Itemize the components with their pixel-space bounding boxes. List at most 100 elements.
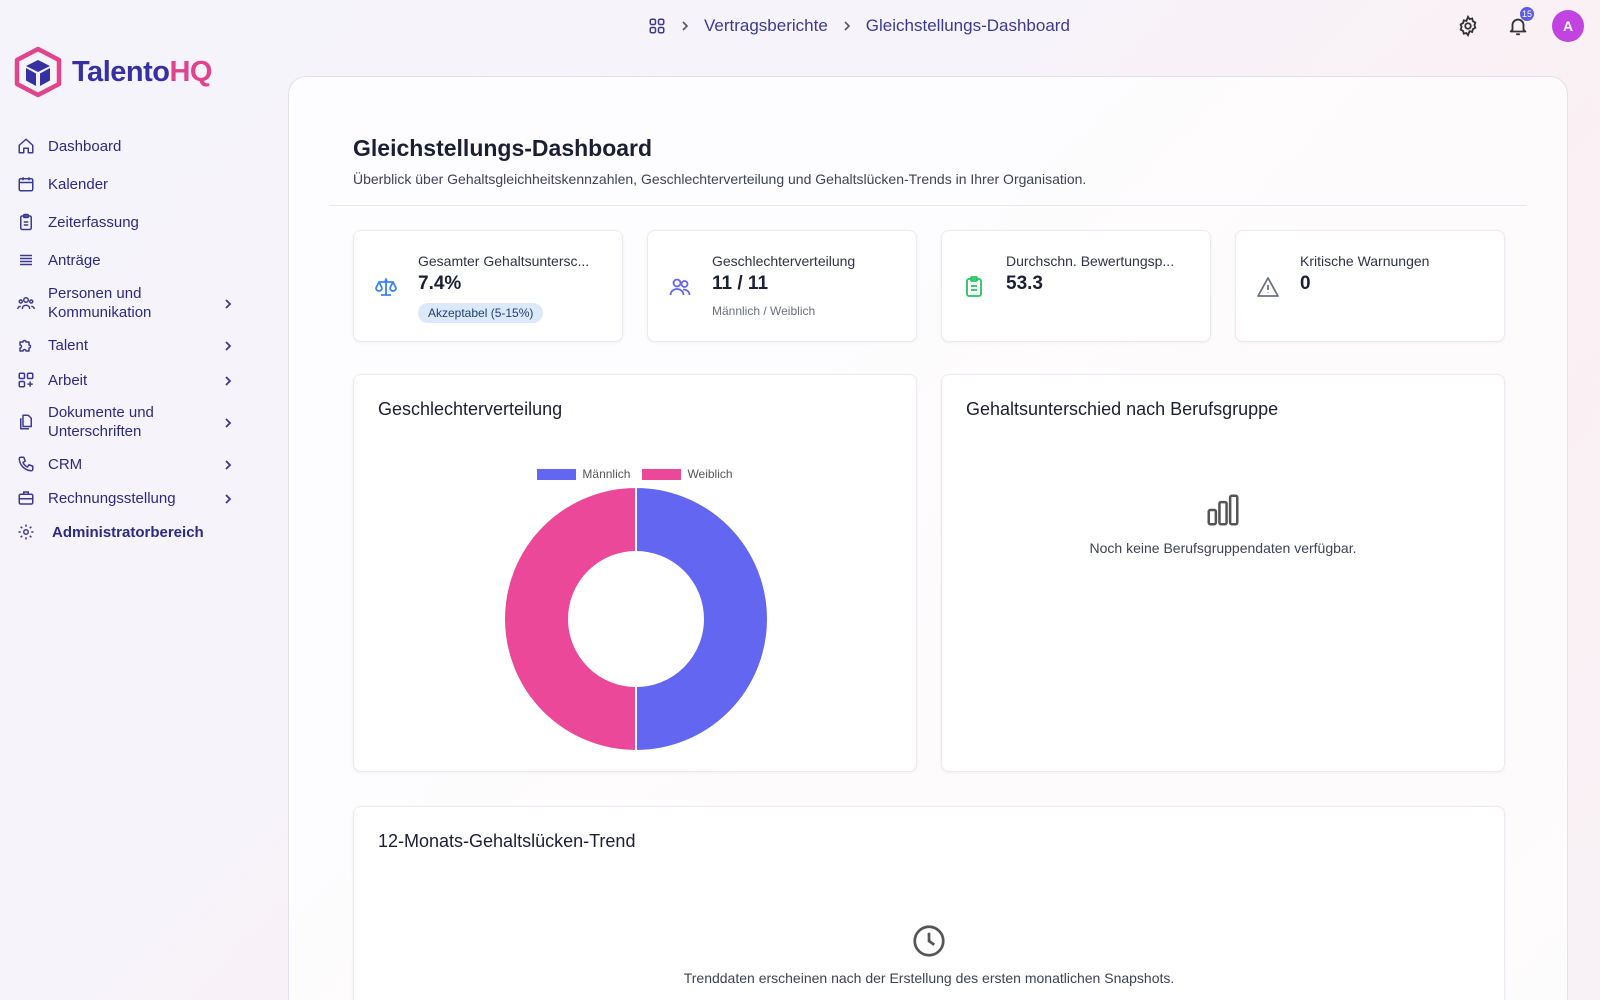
job-group-card: Gehaltsunterschied nach Berufsgruppe Noc… [941, 374, 1505, 772]
chevron-right-icon [222, 492, 234, 504]
chart-legend: Männlich Weiblich [354, 467, 916, 481]
home-icon [16, 136, 36, 156]
users-icon [16, 293, 36, 313]
legend-label: Männlich [582, 467, 631, 481]
stat-value: 53.3 [1006, 273, 1043, 294]
legend-swatch-male [537, 468, 577, 480]
sidebar-item-talent[interactable]: Talent [16, 327, 248, 363]
legend-label: Weiblich [687, 467, 733, 481]
sidebar-item-crm[interactable]: CRM [16, 447, 248, 481]
stat-card-pay-gap: Gesamter Gehaltsuntersc... 7.4% Akzeptab… [353, 230, 623, 342]
sidebar-item-administratorbereich[interactable]: Administratorbereich [16, 515, 248, 549]
sidebar-item-label: Arbeit [48, 371, 88, 389]
chevron-right-icon [222, 416, 234, 428]
stat-label: Durchschn. Bewertungsp... [1006, 253, 1175, 269]
gear-icon [1459, 15, 1477, 37]
sidebar-item-label: Administratorbereich [52, 523, 204, 541]
legend-swatch-female [642, 468, 682, 480]
empty-state-text: Trenddaten erscheinen nach der Erstellun… [683, 970, 1175, 986]
notifications-button[interactable]: 15 [1502, 7, 1534, 42]
notification-badge: 15 [1519, 7, 1534, 21]
warning-icon [1256, 275, 1280, 299]
logo[interactable]: TalentoHQ [14, 46, 212, 98]
stat-value: 11 / 11 [712, 273, 769, 294]
stat-value: 7.4% [418, 273, 462, 294]
sidebar-item-label: Dashboard [48, 137, 122, 155]
sidebar: TalentoHQ Dashboard Kalender Zeiterfassu… [0, 0, 260, 1000]
sidebar-item-personen[interactable]: Personen und Kommunikation [16, 279, 248, 327]
documents-icon [16, 412, 36, 432]
sidebar-item-label: Rechnungsstellung [48, 489, 176, 507]
sidebar-item-label: Zeiterfassung [48, 213, 139, 231]
divider [329, 205, 1527, 206]
puzzle-icon [16, 335, 36, 355]
chevron-right-icon [680, 20, 690, 32]
sidebar-item-label: Talent [48, 336, 89, 354]
bar-chart-icon [1207, 494, 1239, 526]
users-icon [668, 275, 692, 299]
gender-chart-card: Geschlechterverteilung Männlich Weiblich [353, 374, 917, 772]
settings-button[interactable] [1452, 10, 1484, 42]
card-title: Geschlechterverteilung [378, 399, 563, 419]
page-subtitle: Überblick über Gehaltsgleichheitskennzah… [353, 171, 1087, 187]
topbar: Vertragsberichte Gleichstellungs-Dashboa… [0, 0, 1600, 52]
calendar-icon [16, 174, 36, 194]
stat-value: 0 [1300, 273, 1311, 294]
card-title: Gehaltsunterschied nach Berufsgruppe [966, 399, 1279, 419]
clipboard-check-icon [962, 275, 986, 299]
sidebar-item-zeiterfassung[interactable]: Zeiterfassung [16, 203, 248, 241]
stat-label: Geschlechterverteilung [712, 253, 856, 269]
phone-icon [16, 454, 36, 474]
avatar[interactable]: A [1552, 10, 1584, 42]
stat-label: Kritische Warnungen [1300, 253, 1430, 269]
gear-icon [16, 522, 36, 542]
sidebar-item-arbeit[interactable]: Arbeit [16, 363, 248, 397]
empty-state-text: Noch keine Berufsgruppendaten verfügbar. [1089, 540, 1357, 556]
scale-icon [374, 275, 398, 299]
breadcrumb-item[interactable]: Vertragsberichte [704, 16, 828, 36]
header-actions: 15 A [1452, 7, 1584, 42]
logo-text: TalentoHQ [72, 55, 212, 88]
sidebar-item-rechnungsstellung[interactable]: Rechnungsstellung [16, 481, 248, 515]
grid-plus-icon [16, 370, 36, 390]
trend-card: 12-Monats-Gehaltslücken-Trend Trenddaten… [353, 806, 1505, 1000]
chevron-right-icon [222, 374, 234, 386]
sidebar-item-label: CRM [48, 455, 83, 473]
stat-card-rating: Durchschn. Bewertungsp... 53.3 [941, 230, 1211, 342]
legend-item[interactable]: Männlich [537, 467, 630, 481]
chevron-right-icon [222, 339, 234, 351]
sidebar-item-label: Personen und Kommunikation [48, 285, 152, 321]
empty-state: Noch keine Berufsgruppendaten verfügbar. [942, 491, 1504, 556]
stat-note: Männlich / Weiblich [712, 304, 816, 318]
apps-grid-icon[interactable] [648, 17, 666, 35]
page-title: Gleichstellungs-Dashboard [353, 135, 653, 161]
clipboard-icon [16, 212, 36, 232]
sidebar-item-label: Kalender [48, 175, 109, 193]
chevron-right-icon [222, 458, 234, 470]
card-title: 12-Monats-Gehaltslücken-Trend [378, 831, 636, 851]
stat-card-gender: Geschlechterverteilung 11 / 11 Männlich … [647, 230, 917, 342]
donut-slice-female[interactable] [503, 487, 637, 753]
sidebar-item-kalender[interactable]: Kalender [16, 165, 248, 203]
donut-slice-male[interactable] [635, 487, 769, 753]
status-badge: Akzeptabel (5-15%) [418, 303, 544, 323]
briefcase-icon [16, 488, 36, 508]
sidebar-item-dashboard[interactable]: Dashboard [16, 127, 248, 165]
sidebar-item-label: Dokumente und Unterschriften [48, 404, 154, 440]
list-icon [16, 250, 36, 270]
empty-state: Trenddaten erscheinen nach der Erstellun… [354, 923, 1504, 986]
breadcrumb-current[interactable]: Gleichstellungs-Dashboard [866, 16, 1070, 36]
main-panel: Gleichstellungs-Dashboard Überblick über… [288, 76, 1568, 1000]
sidebar-item-antraege[interactable]: Anträge [16, 241, 248, 279]
chevron-right-icon [222, 297, 234, 309]
cube-logo-icon [14, 46, 62, 98]
stat-card-warnings: Kritische Warnungen 0 [1235, 230, 1505, 342]
chevron-right-icon [842, 20, 852, 32]
legend-item[interactable]: Weiblich [642, 467, 733, 481]
sidebar-item-dokumente[interactable]: Dokumente und Unterschriften [16, 397, 248, 447]
donut-chart [503, 487, 769, 753]
clock-icon [913, 925, 945, 957]
sidebar-nav: Dashboard Kalender Zeiterfassung Anträge… [16, 127, 248, 549]
breadcrumb: Vertragsberichte Gleichstellungs-Dashboa… [648, 16, 1070, 36]
sidebar-item-label: Anträge [48, 251, 101, 269]
